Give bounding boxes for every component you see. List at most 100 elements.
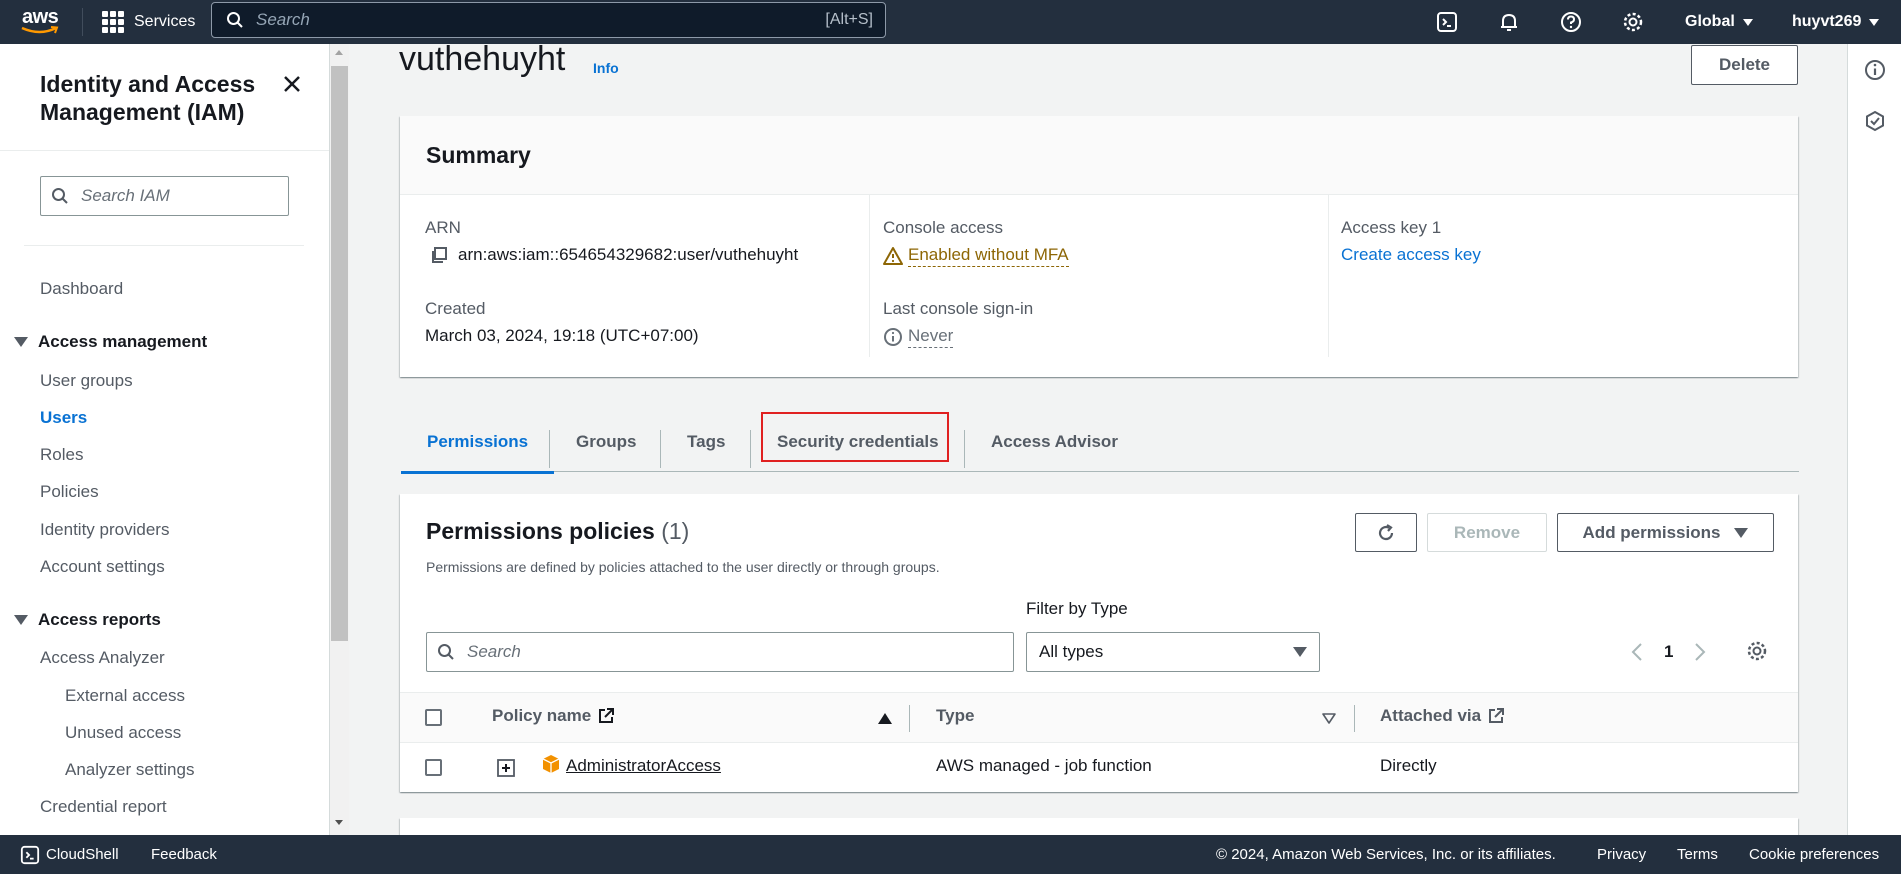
last-signin-text: Never [908, 326, 954, 348]
settings-gear-icon[interactable] [1619, 8, 1647, 36]
notifications-bell-icon[interactable] [1495, 8, 1523, 36]
cloudshell-icon[interactable] [1433, 8, 1461, 36]
arn-value: arn:aws:iam::654654329682:user/vuthehuyh… [430, 245, 798, 265]
sidebar-item-dashboard[interactable]: Dashboard [40, 279, 123, 299]
last-signin-value[interactable]: Never [883, 326, 954, 348]
sidebar-scrollbar[interactable] [330, 44, 349, 835]
scroll-down-arrow-icon[interactable] [335, 820, 343, 825]
tab-tags[interactable]: Tags [661, 412, 751, 472]
filter-type-value: All types [1039, 642, 1104, 661]
sort-icon[interactable] [1322, 713, 1336, 724]
nav-divider [82, 8, 83, 36]
sidebar-section-access-management[interactable]: Access management [14, 332, 207, 352]
attached-via-cell: Directly [1380, 756, 1437, 775]
column-divider [869, 194, 870, 357]
sidebar-item-user-groups[interactable]: User groups [40, 371, 133, 391]
sidebar-item-policies[interactable]: Policies [40, 482, 99, 502]
sort-ascending-icon[interactable] [878, 713, 892, 724]
top-navigation: aws Services Search [Alt+S] Global huyvt… [0, 0, 1901, 44]
chevron-left-icon[interactable] [1631, 642, 1643, 662]
external-link-icon [599, 708, 615, 723]
sidebar-item-access-analyzer[interactable]: Access Analyzer [40, 648, 165, 668]
sidebar-item-users[interactable]: Users [40, 408, 87, 428]
external-link-icon [1489, 708, 1505, 723]
sidebar-section-access-reports[interactable]: Access reports [14, 610, 161, 630]
sidebar-item-analyzer-settings[interactable]: Analyzer settings [65, 760, 194, 780]
permissions-count: (1) [661, 518, 690, 544]
region-selector[interactable]: Global [1685, 0, 1753, 44]
tab-access-advisor[interactable]: Access Advisor [965, 412, 1144, 472]
page-number[interactable]: 1 [1664, 642, 1673, 662]
add-permissions-label: Add permissions [1582, 522, 1721, 542]
search-icon [438, 644, 454, 660]
tab-security-credentials[interactable]: Security credentials [751, 412, 965, 472]
feedback-link[interactable]: Feedback [151, 835, 217, 874]
sidebar-item-identity-providers[interactable]: Identity providers [40, 520, 169, 540]
column-header-attached-via[interactable]: Attached via [1380, 706, 1505, 726]
tab-bar: Permissions Groups Tags Security credent… [401, 412, 1799, 474]
sidebar: Identity and Access Management (IAM) Sea… [0, 44, 330, 835]
policy-search-input[interactable]: Search [426, 632, 1014, 672]
column-header-type[interactable]: Type [936, 706, 974, 726]
policy-name-header-label: Policy name [492, 706, 592, 725]
tab-permissions[interactable]: Permissions [401, 412, 555, 474]
tutorial-hexagon-icon[interactable] [1864, 110, 1886, 132]
copy-icon[interactable] [430, 246, 448, 264]
last-signin-label: Last console sign-in [883, 299, 1034, 318]
select-all-checkbox[interactable] [425, 709, 442, 726]
global-search-input[interactable]: Search [Alt+S] [211, 2, 886, 38]
column-separator [909, 705, 910, 732]
sidebar-item-unused-access[interactable]: Unused access [65, 723, 181, 743]
help-icon[interactable] [1557, 8, 1585, 36]
cookie-preferences-link[interactable]: Cookie preferences [1749, 835, 1879, 874]
caret-down-icon [14, 615, 28, 625]
privacy-link[interactable]: Privacy [1597, 835, 1646, 874]
sidebar-item-account-settings[interactable]: Account settings [40, 557, 165, 577]
terms-link[interactable]: Terms [1677, 835, 1718, 874]
attached-via-header-label: Attached via [1380, 706, 1482, 725]
scroll-up-arrow-icon[interactable] [335, 50, 343, 55]
expand-plus-icon[interactable] [497, 759, 515, 777]
filter-by-type-label: Filter by Type [1026, 599, 1128, 618]
divider [0, 150, 329, 151]
sidebar-item-roles[interactable]: Roles [40, 445, 83, 465]
info-link[interactable]: Info [593, 60, 619, 76]
services-menu-button[interactable]: Services [102, 0, 195, 44]
sidebar-item-credential-report[interactable]: Credential report [40, 797, 167, 817]
policy-link-administratoraccess[interactable]: AdministratorAccess [566, 756, 721, 776]
row-checkbox[interactable] [425, 759, 442, 776]
close-icon[interactable] [280, 72, 304, 96]
summary-header: Summary [400, 116, 1798, 195]
tab-groups[interactable]: Groups [550, 412, 662, 472]
table-settings-gear-icon[interactable] [1746, 640, 1768, 662]
remove-button[interactable]: Remove [1427, 513, 1547, 552]
chevron-right-icon[interactable] [1694, 642, 1706, 662]
cloudshell-button[interactable]: CloudShell [20, 835, 119, 874]
info-panel-icon[interactable] [1864, 59, 1886, 81]
filter-type-select[interactable]: All types [1026, 632, 1320, 672]
grid-icon [102, 11, 124, 33]
warning-icon [883, 247, 903, 265]
delete-button[interactable]: Delete [1691, 45, 1798, 85]
cloudshell-icon [20, 845, 40, 864]
arn-label: ARN [425, 218, 461, 237]
console-access-value[interactable]: Enabled without MFA [883, 245, 1069, 267]
scrollbar-thumb[interactable] [331, 66, 348, 641]
cloudshell-label: CloudShell [46, 846, 119, 863]
created-label: Created [425, 299, 486, 318]
add-permissions-button[interactable]: Add permissions [1557, 513, 1774, 552]
created-value: March 03, 2024, 19:18 (UTC+07:00) [425, 326, 699, 345]
table-header: Policy name Type Attached via [400, 692, 1798, 743]
search-iam-input[interactable]: Search IAM [40, 176, 289, 216]
aws-logo[interactable]: aws [20, 4, 64, 40]
permissions-title: Permissions policies (1) [426, 518, 689, 545]
caret-down-icon [1734, 527, 1749, 538]
column-header-policy-name[interactable]: Policy name [492, 706, 615, 726]
account-menu[interactable]: huyvt269 [1792, 0, 1880, 44]
sidebar-item-external-access[interactable]: External access [65, 686, 185, 706]
create-access-key-link[interactable]: Create access key [1341, 245, 1481, 265]
refresh-icon [1378, 523, 1394, 540]
refresh-button[interactable] [1355, 513, 1417, 552]
console-access-label: Console access [883, 218, 1004, 237]
aws-smile-icon [21, 26, 59, 34]
